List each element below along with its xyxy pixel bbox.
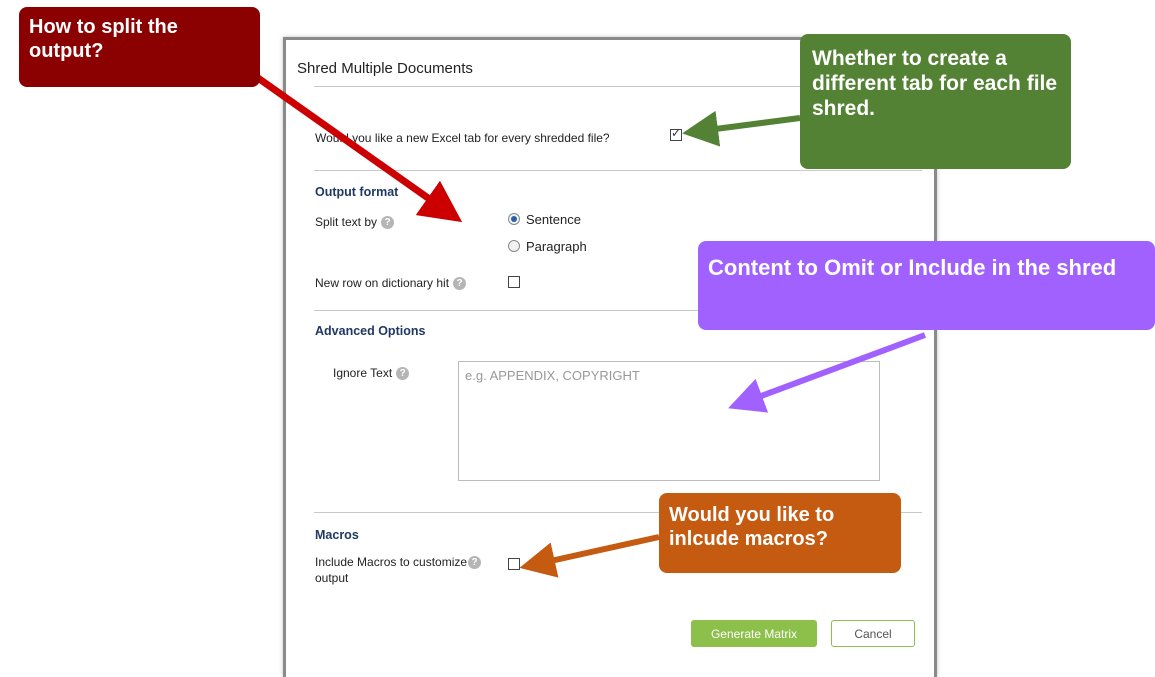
- new-tab-label: Would you like a new Excel tab for every…: [315, 131, 610, 145]
- macros-callout: Would you like to inlcude macros?: [659, 493, 901, 573]
- include-macros-checkbox[interactable]: [508, 558, 520, 570]
- macros-heading: Macros: [315, 528, 359, 542]
- include-macros-label-line2: output: [315, 571, 349, 585]
- advanced-options-heading: Advanced Options: [315, 324, 426, 338]
- divider: [314, 170, 922, 171]
- ignore-text-label-text: Ignore Text: [333, 366, 393, 380]
- split-callout: How to split the output?: [19, 7, 260, 87]
- cancel-button[interactable]: Cancel: [831, 620, 915, 647]
- include-macros-label-line1: Include Macros to customize: [315, 555, 468, 569]
- output-format-heading: Output format: [315, 185, 399, 199]
- include-macros-label: Include Macros to customize? output: [315, 554, 482, 586]
- help-icon[interactable]: ?: [381, 216, 395, 230]
- help-icon[interactable]: ?: [396, 367, 410, 381]
- dialog-title: Shred Multiple Documents: [297, 60, 473, 77]
- sentence-label[interactable]: Sentence: [526, 212, 581, 227]
- paragraph-radio[interactable]: [508, 240, 520, 252]
- ignore-text-label: Ignore Text?: [333, 366, 410, 381]
- sentence-radio[interactable]: [508, 213, 520, 225]
- paragraph-label[interactable]: Paragraph: [526, 239, 587, 254]
- ignore-text-input[interactable]: [458, 361, 880, 481]
- tab-callout: Whether to create a different tab for ea…: [800, 34, 1071, 169]
- new-tab-checkbox[interactable]: [670, 126, 682, 141]
- generate-matrix-button[interactable]: Generate Matrix: [691, 620, 817, 647]
- new-row-label: New row on dictionary hit?: [315, 276, 467, 291]
- new-row-label-text: New row on dictionary hit: [315, 276, 450, 290]
- new-row-checkbox[interactable]: [508, 276, 520, 288]
- content-callout: Content to Omit or Include in the shred: [698, 241, 1155, 330]
- help-icon[interactable]: ?: [468, 556, 482, 570]
- help-icon[interactable]: ?: [453, 277, 467, 291]
- split-text-label-text: Split text by: [315, 215, 378, 229]
- split-text-label: Split text by?: [315, 215, 395, 230]
